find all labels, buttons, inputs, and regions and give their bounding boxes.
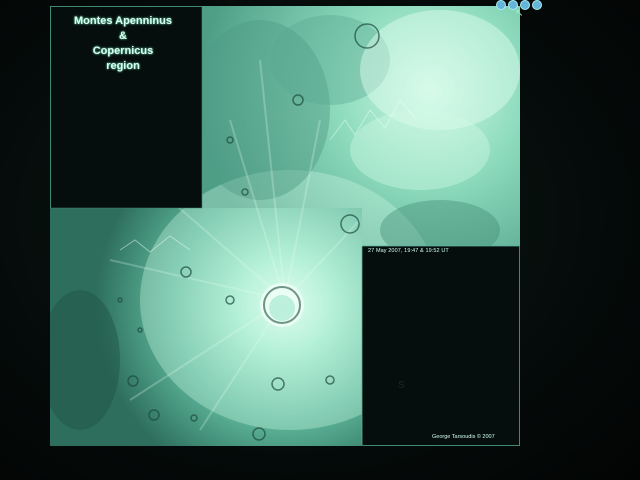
- title-line-1: Montes Apenninus: [74, 15, 172, 27]
- credit-caption: George Tarsoudis © 2007: [432, 434, 495, 440]
- title-line-3: Copernicus: [92, 45, 154, 57]
- cursor-icon: ↖: [515, 8, 524, 19]
- date-caption: 27 May 2007, 19:47 & 19:52 UT: [368, 248, 449, 254]
- title-line-4: region: [106, 60, 140, 72]
- image-title: Montes Apenninus & Copernicus region: [58, 14, 188, 74]
- window-button-1-icon[interactable]: [496, 0, 506, 10]
- svg-text:S: S: [398, 380, 405, 391]
- title-line-2: &: [119, 30, 127, 42]
- window-button-4-icon[interactable]: [532, 0, 542, 10]
